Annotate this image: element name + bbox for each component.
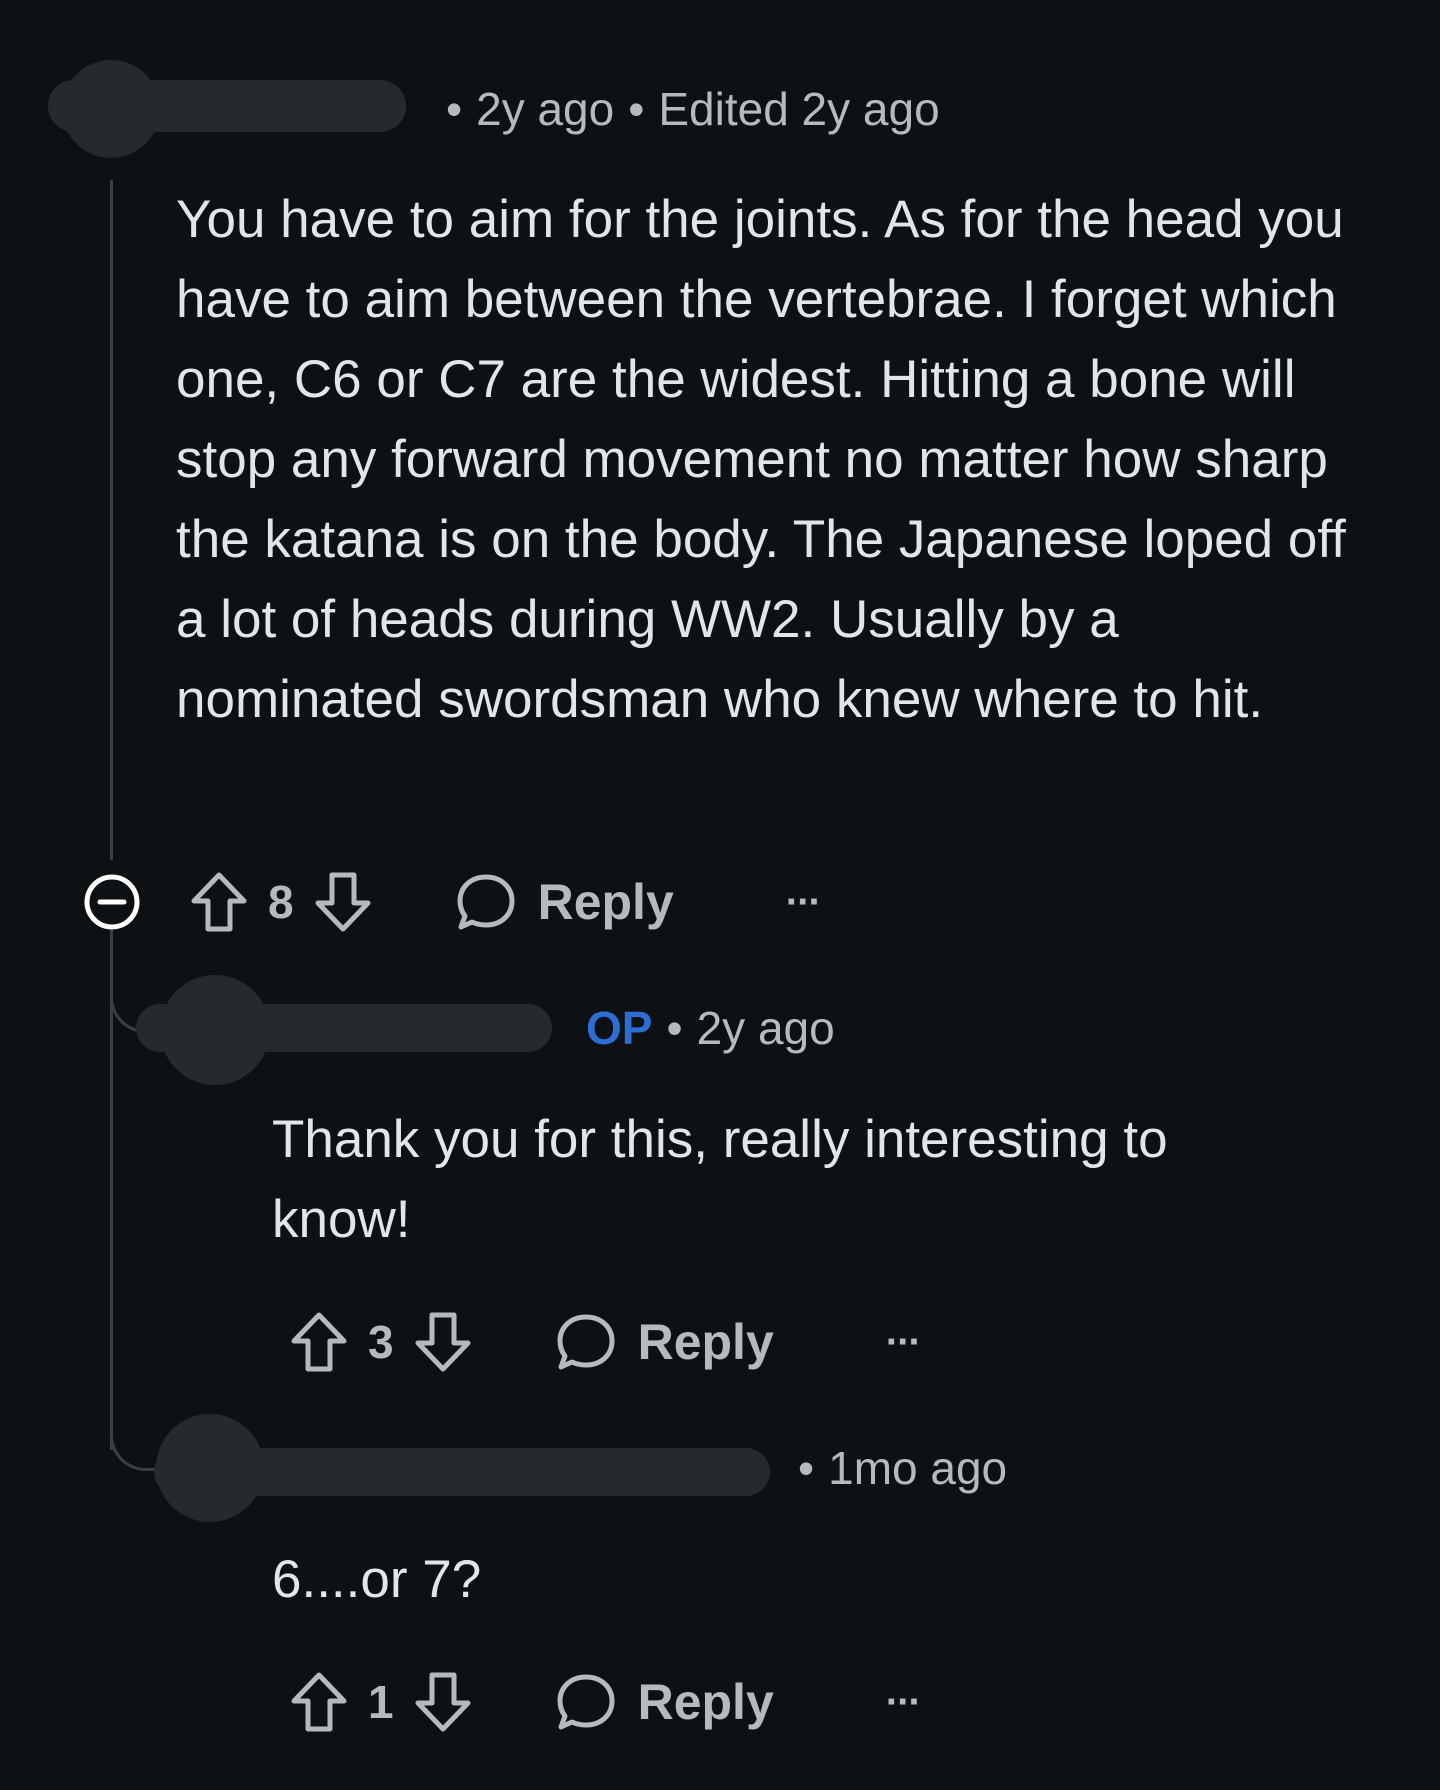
reply-button[interactable]: Reply — [556, 1312, 774, 1372]
comment-age: 1mo ago — [828, 1442, 1008, 1494]
reply-label: Reply — [637, 1674, 774, 1730]
upvote-arrow-icon[interactable] — [290, 1311, 348, 1373]
downvote-arrow-icon[interactable] — [414, 1311, 472, 1373]
comment-actions: 1 Reply ··· — [290, 1670, 922, 1734]
reply-button[interactable]: Reply — [456, 872, 674, 932]
collapse-thread-icon[interactable] — [82, 872, 142, 932]
speech-bubble-icon — [457, 874, 515, 930]
downvote-arrow-icon[interactable] — [314, 871, 372, 933]
downvote-arrow-icon[interactable] — [414, 1671, 472, 1733]
comment-meta: • 2y ago • Edited 2y ago — [446, 83, 940, 135]
comment-body: 6....or 7? — [272, 1550, 482, 1609]
reply-label: Reply — [637, 1314, 774, 1370]
speech-bubble-icon — [557, 1674, 615, 1730]
op-badge: OP — [586, 1002, 653, 1054]
vote-score: 3 — [368, 1316, 394, 1368]
thread-line-main-top — [110, 180, 113, 860]
more-options-button[interactable]: ··· — [886, 1320, 922, 1365]
comment-actions: 8 Reply ··· — [82, 870, 822, 934]
edited-label: Edited 2y ago — [658, 83, 940, 135]
upvote-arrow-icon[interactable] — [290, 1671, 348, 1733]
comment-meta: OP • 2y ago — [586, 1002, 835, 1054]
upvote-arrow-icon[interactable] — [190, 871, 248, 933]
username-redacted[interactable] — [154, 1448, 770, 1496]
comment-body: Thank you for this, really interesting t… — [272, 1110, 1168, 1249]
comment-meta: • 1mo ago — [798, 1442, 1008, 1494]
reply-button[interactable]: Reply — [556, 1672, 774, 1732]
username-redacted[interactable] — [136, 1004, 552, 1052]
reply-label: Reply — [537, 874, 674, 930]
comment-age: 2y ago — [696, 1002, 835, 1054]
username-redacted[interactable] — [48, 80, 406, 132]
speech-bubble-icon — [557, 1314, 615, 1370]
vote-score: 1 — [368, 1676, 394, 1728]
comment-body: You have to aim for the joints. As for t… — [176, 190, 1346, 729]
comment-actions: 3 Reply ··· — [290, 1310, 922, 1374]
vote-score: 8 — [268, 876, 294, 928]
more-options-button[interactable]: ··· — [786, 880, 822, 925]
comment-age: 2y ago — [476, 83, 615, 135]
more-options-button[interactable]: ··· — [886, 1680, 922, 1725]
